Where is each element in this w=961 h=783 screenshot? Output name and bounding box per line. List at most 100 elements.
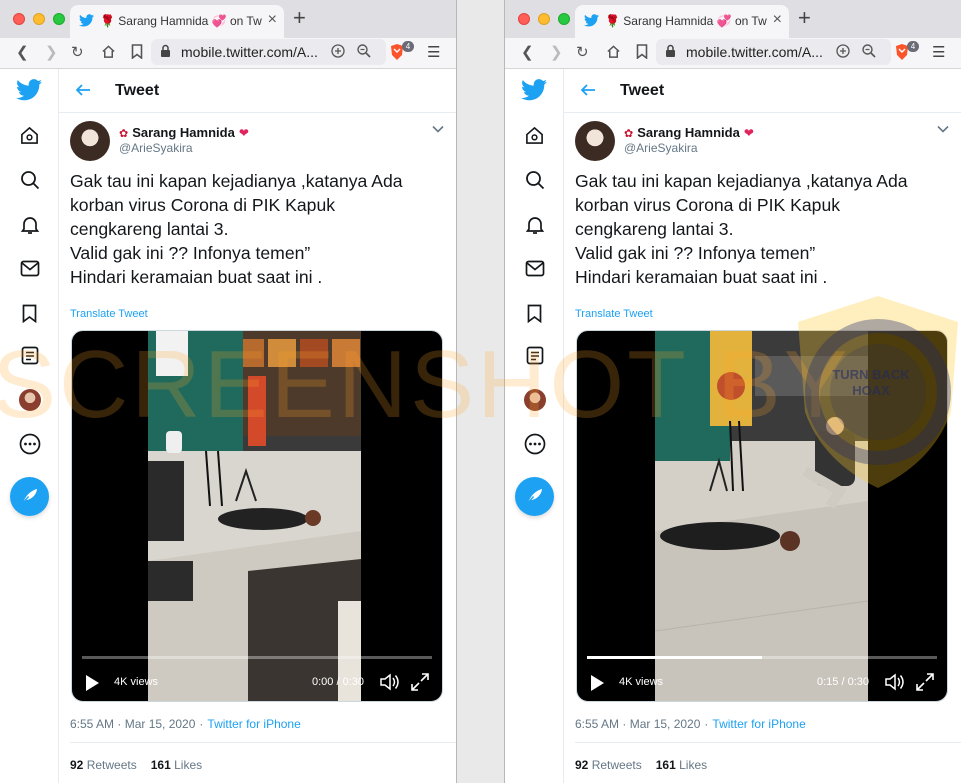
tweet-source-link[interactable]: Twitter for iPhone: [712, 717, 805, 731]
video-time: 0:15 / 0:30: [817, 676, 869, 688]
bookmark-icon[interactable]: [131, 44, 143, 59]
new-tab-button[interactable]: +: [293, 7, 306, 29]
forward-arrow-icon[interactable]: ❯: [550, 45, 563, 61]
home-icon[interactable]: [606, 44, 621, 59]
tweet-text-line: Gak tau ini kapan kejadianya ,katanya Ad…: [575, 171, 908, 191]
search-icon[interactable]: [525, 170, 545, 190]
search-icon[interactable]: [20, 170, 40, 190]
tweet-header: Tweet: [564, 69, 961, 113]
like-count: 161: [655, 758, 676, 772]
author-handle[interactable]: @ArieSyakira: [624, 141, 698, 155]
notifications-icon[interactable]: [525, 215, 545, 235]
chevron-down-icon[interactable]: [432, 125, 444, 133]
video-time: 0:00 / 0:30: [312, 676, 364, 688]
twitter-logo-icon[interactable]: [521, 79, 547, 101]
shield-count-badge: 4: [907, 41, 919, 52]
url-text: mobile.twitter.com/A...: [181, 44, 318, 60]
tab-strip: 🌹 Sarang Hamnida 💞 on Twitter: × +: [505, 0, 961, 38]
zoom-icon[interactable]: [356, 42, 372, 60]
tab-title: 🌹 Sarang Hamnida 💞 on Twitter:: [605, 14, 767, 28]
bookmarks-icon[interactable]: [527, 304, 542, 323]
retweets-stat[interactable]: 92 Retweets: [70, 758, 137, 772]
video-view-count: 4K views: [619, 676, 664, 688]
retweet-count: 92: [70, 758, 84, 772]
minimize-window-button[interactable]: [538, 13, 550, 25]
browser-tab[interactable]: 🌹 Sarang Hamnida 💞 on Twitter: ×: [575, 5, 789, 38]
likes-stat[interactable]: 161 Likes: [656, 758, 707, 772]
zoom-icon[interactable]: [861, 42, 877, 60]
retweets-stat[interactable]: 92 Retweets: [575, 758, 642, 772]
translate-tweet-link[interactable]: Translate Tweet: [575, 308, 653, 321]
page-title: Tweet: [115, 82, 160, 99]
bookmarks-icon[interactable]: [22, 304, 37, 323]
browser-toolbar: ❮ ❯ ↻ mobile.twitter.com/A... 4 ☰: [0, 38, 456, 69]
new-tab-button[interactable]: +: [798, 7, 811, 29]
fullscreen-icon[interactable]: [915, 672, 935, 692]
minimize-window-button[interactable]: [33, 13, 45, 25]
play-icon[interactable]: [84, 674, 100, 692]
forward-arrow-icon[interactable]: ❯: [45, 45, 58, 61]
home-nav-icon[interactable]: [20, 126, 39, 145]
author-name-row[interactable]: ✿ Sarang Hamnida ❤: [624, 124, 754, 142]
add-page-icon[interactable]: [331, 44, 345, 58]
reload-icon[interactable]: ↻: [71, 45, 84, 61]
retweet-count: 92: [575, 758, 589, 772]
address-bar[interactable]: mobile.twitter.com/A...: [656, 39, 891, 65]
tweet-header: Tweet: [59, 69, 456, 113]
video-progress-track[interactable]: [587, 656, 937, 659]
browser-tab[interactable]: 🌹 Sarang Hamnida 💞 on Twitter: ×: [70, 5, 284, 38]
back-arrow-icon[interactable]: ❮: [16, 45, 29, 61]
menu-icon[interactable]: ☰: [427, 45, 440, 61]
video-view-count: 4K views: [114, 676, 159, 688]
tweet-timestamp[interactable]: 6:55 AM · Mar 15, 2020: [70, 717, 195, 731]
reload-icon[interactable]: ↻: [576, 45, 589, 61]
back-arrow-icon[interactable]: [580, 82, 596, 98]
compose-tweet-button[interactable]: [10, 477, 49, 516]
back-arrow-icon[interactable]: ❮: [521, 45, 534, 61]
likes-stat[interactable]: 161 Likes: [151, 758, 202, 772]
tweet-timestamp[interactable]: 6:55 AM · Mar 15, 2020: [575, 717, 700, 731]
volume-icon[interactable]: [379, 672, 401, 692]
author-name-row[interactable]: ✿ Sarang Hamnida ❤: [119, 124, 249, 142]
address-bar[interactable]: mobile.twitter.com/A...: [151, 39, 386, 65]
zoom-window-button[interactable]: [53, 13, 65, 25]
notifications-icon[interactable]: [20, 215, 40, 235]
compose-tweet-button[interactable]: [515, 477, 554, 516]
tweet-text-line: cengkareng lantai 3.: [575, 219, 734, 239]
add-page-icon[interactable]: [836, 44, 850, 58]
twitter-logo-icon[interactable]: [16, 79, 42, 101]
page-title: Tweet: [620, 82, 665, 99]
close-window-button[interactable]: [13, 13, 25, 25]
volume-icon[interactable]: [884, 672, 906, 692]
tab-close-icon[interactable]: ×: [773, 12, 782, 28]
messages-icon[interactable]: [20, 260, 40, 277]
home-icon[interactable]: [101, 44, 116, 59]
author-handle[interactable]: @ArieSyakira: [119, 141, 193, 155]
play-icon[interactable]: [589, 674, 605, 692]
meta-separator: ·: [199, 717, 204, 731]
zoom-window-button[interactable]: [558, 13, 570, 25]
divider: [70, 742, 456, 743]
tweet-stats: 92 Retweets 161 Likes: [70, 758, 202, 772]
browser-toolbar: ❮ ❯ ↻ mobile.twitter.com/A... 4 ☰: [505, 38, 961, 69]
translate-tweet-link[interactable]: Translate Tweet: [70, 308, 148, 321]
tab-close-icon[interactable]: ×: [268, 12, 277, 28]
tweet-text-line: Hindari keramaian buat saat ini .: [575, 267, 828, 287]
author-avatar[interactable]: [70, 121, 110, 161]
url-text: mobile.twitter.com/A...: [686, 44, 823, 60]
chevron-down-icon[interactable]: [937, 125, 949, 133]
fullscreen-icon[interactable]: [410, 672, 430, 692]
feather-compose-icon: [526, 488, 543, 505]
home-nav-icon[interactable]: [525, 126, 544, 145]
bookmark-icon[interactable]: [636, 44, 648, 59]
video-progress-track[interactable]: [82, 656, 432, 659]
close-window-button[interactable]: [518, 13, 530, 25]
messages-icon[interactable]: [525, 260, 545, 277]
menu-icon[interactable]: ☰: [932, 45, 945, 61]
likes-label: Likes: [174, 758, 203, 772]
tweet-source-link[interactable]: Twitter for iPhone: [207, 717, 300, 731]
back-arrow-icon[interactable]: [75, 82, 91, 98]
lock-icon: [161, 44, 170, 57]
author-avatar[interactable]: [575, 121, 615, 161]
twitter-favicon-icon: [79, 14, 94, 27]
